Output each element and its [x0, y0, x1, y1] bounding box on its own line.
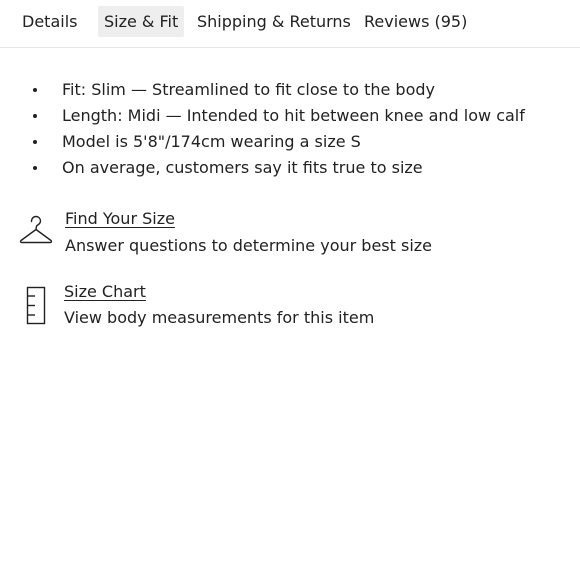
bullet-dot	[33, 88, 37, 92]
bullet-dot	[33, 140, 37, 144]
tab-details[interactable]: Details	[22, 6, 77, 37]
ruler-icon	[26, 286, 46, 325]
hanger-icon	[19, 215, 53, 244]
fit-detail-text: Fit: Slim — Streamlined to fit close to …	[62, 80, 435, 99]
bullet-dot	[33, 114, 37, 118]
tab-size-fit[interactable]: Size & Fit	[98, 6, 185, 37]
tab-reviews[interactable]: Reviews (95)	[364, 6, 467, 37]
size-chart-link[interactable]: Size Chart	[64, 281, 146, 303]
find-your-size-section: Find Your Size Answer questions to deter…	[0, 205, 580, 265]
fit-detail-text: On average, customers say it fits true t…	[62, 158, 423, 177]
bullet-dot	[33, 166, 37, 170]
size-chart-description: View body measurements for this item	[64, 308, 375, 327]
fit-detail-text: Model is 5'8"/174cm wearing a size S	[62, 132, 361, 151]
find-your-size-description: Answer questions to determine your best …	[65, 236, 433, 255]
tab-bar: Details Size & Fit Shipping & Returns Re…	[0, 0, 580, 48]
fit-detail-text: Length: Midi — Intended to hit between k…	[62, 106, 525, 125]
tab-shipping-returns[interactable]: Shipping & Returns	[197, 6, 351, 37]
size-chart-section: Size Chart View body measurements for th…	[0, 280, 580, 340]
find-your-size-link[interactable]: Find Your Size	[65, 208, 175, 230]
